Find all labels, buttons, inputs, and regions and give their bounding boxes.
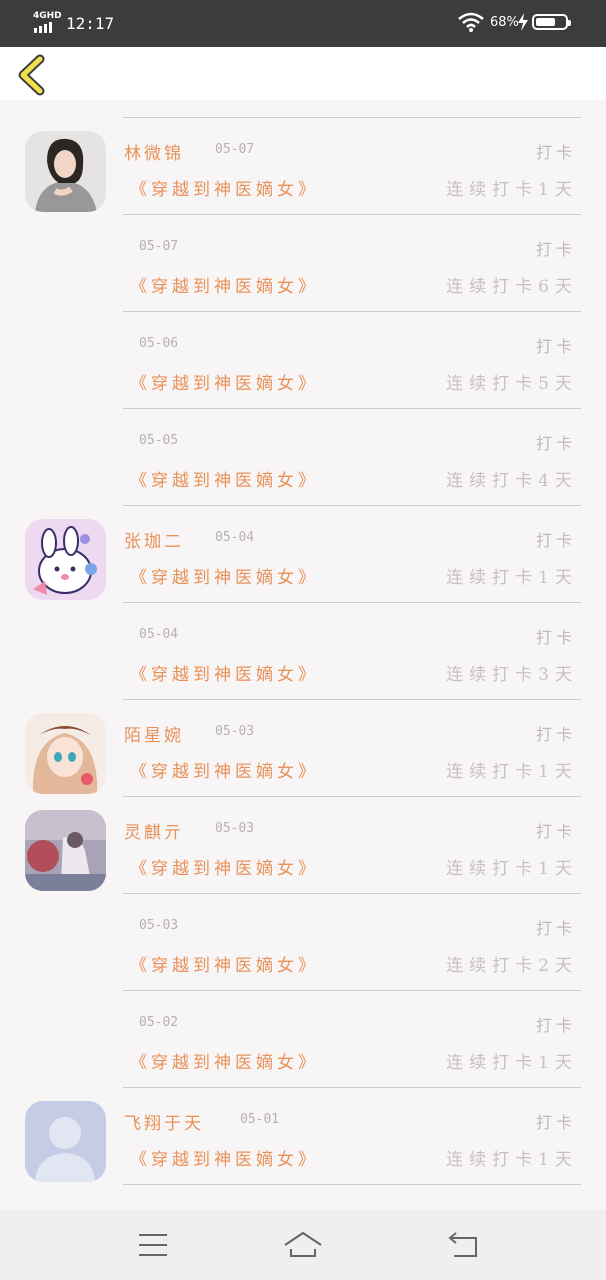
checkin-label: 打卡 [535,434,576,453]
streak-count: 连续打卡1天 [446,859,578,879]
checkin-label: 打卡 [535,1113,576,1132]
streak-count: 连续打卡1天 [446,1150,578,1170]
checkin-record[interactable]: 陌星婉 05-03 打卡《穿越到神医嫡女》 连续打卡1天 [0,700,606,797]
checkin-date: 05-05 [139,433,179,448]
book-title[interactable]: 《穿越到神医嫡女》 [130,757,319,782]
battery-icon [532,14,571,30]
book-title[interactable]: 《穿越到神医嫡女》 [130,1048,319,1073]
checkin-label: 打卡 [535,337,576,356]
checkin-record[interactable]: 林微锦 05-07 打卡《穿越到神医嫡女》 连续打卡1天 [0,118,606,215]
checkin-label: 打卡 [535,143,576,162]
home-icon [284,1231,322,1257]
clock: 12:17 [66,14,115,33]
status-bar: 4GHD 12:17 68% [0,0,606,47]
checkin-label: 打卡 [535,531,576,550]
book-title[interactable]: 《穿越到神医嫡女》 [130,100,319,103]
user-avatar[interactable] [25,131,106,212]
checkin-record[interactable]: 05-03 打卡《穿越到神医嫡女》 连续打卡2天 [0,894,606,991]
checkin-record[interactable]: 张珈二 05-04 打卡《穿越到神医嫡女》 连续打卡1天 [0,506,606,603]
checkin-date: 05-03 [215,724,255,739]
user-name: 张珈二 [124,532,184,552]
user-avatar[interactable] [25,519,106,600]
user-name: 飞翔于天 [124,1114,204,1134]
checkin-label: 打卡 [535,1016,576,1035]
charging-icon [518,13,528,31]
wifi-icon [458,12,484,32]
book-title[interactable]: 《穿越到神医嫡女》 [130,1145,319,1170]
checkin-record[interactable]: 05-07 打卡《穿越到神医嫡女》 连续打卡6天 [0,215,606,312]
checkin-date: 05-03 [139,918,179,933]
book-title[interactable]: 《穿越到神医嫡女》 [130,660,319,685]
user-avatar[interactable] [25,1101,106,1182]
checkin-label: 打卡 [535,919,576,938]
user-avatar[interactable] [25,810,106,891]
checkin-list[interactable]: 05-08打卡《穿越到神医嫡女》连续打卡7天林微锦05-07打卡《穿越到神医嫡女… [0,100,606,1210]
checkin-date: 05-07 [139,239,179,254]
book-title[interactable]: 《穿越到神医嫡女》 [130,563,319,588]
home-button[interactable] [283,1228,323,1262]
checkin-record[interactable]: 05-05 打卡《穿越到神医嫡女》 连续打卡4天 [0,409,606,506]
back-button[interactable] [14,53,54,97]
signal-icon [34,22,52,33]
checkin-date: 05-03 [215,821,255,836]
checkin-record[interactable]: 05-08打卡《穿越到神医嫡女》连续打卡7天 [0,100,606,118]
checkin-record[interactable]: 05-04 打卡《穿越到神医嫡女》 连续打卡3天 [0,603,606,700]
book-title[interactable]: 《穿越到神医嫡女》 [130,854,319,879]
network-type: 4GHD [33,11,62,21]
checkin-label: 打卡 [535,240,576,259]
menu-button[interactable] [133,1228,173,1262]
user-avatar[interactable] [25,713,106,794]
system-nav-bar [0,1210,606,1280]
book-title[interactable]: 《穿越到神医嫡女》 [130,369,319,394]
book-title[interactable]: 《穿越到神医嫡女》 [130,272,319,297]
checkin-date: 05-04 [139,627,179,642]
streak-count: 连续打卡1天 [446,180,578,200]
book-title[interactable]: 《穿越到神医嫡女》 [130,466,319,491]
user-name: 林微锦 [124,144,184,164]
streak-count: 连续打卡6天 [446,277,578,297]
checkin-date: 05-01 [240,1112,280,1127]
book-title[interactable]: 《穿越到神医嫡女》 [130,951,319,976]
checkin-date: 05-07 [215,142,255,157]
back-chevron-icon [18,54,45,96]
streak-count: 连续打卡5天 [446,374,578,394]
checkin-record[interactable]: 飞翔于天 05-01 打卡《穿越到神医嫡女》 连续打卡1天 [0,1088,606,1185]
checkin-label: 打卡 [535,725,576,744]
streak-count: 连续打卡1天 [446,1053,578,1073]
checkin-label: 打卡 [535,822,576,841]
checkin-date: 05-06 [139,336,179,351]
row-divider [123,1184,581,1185]
header-bar [0,47,606,100]
streak-count: 连续打卡7天 [446,100,578,103]
streak-count: 连续打卡1天 [446,762,578,782]
menu-icon [139,1234,167,1256]
nav-back-button[interactable] [442,1228,482,1262]
checkin-date: 05-02 [139,1015,179,1030]
user-name: 灵麒亓 [124,823,184,843]
checkin-date: 05-04 [215,530,255,545]
streak-count: 连续打卡3天 [446,665,578,685]
checkin-label: 打卡 [535,628,576,647]
checkin-record[interactable]: 灵麒亓 05-03 打卡《穿越到神医嫡女》 连续打卡1天 [0,797,606,894]
streak-count: 连续打卡2天 [446,956,578,976]
streak-count: 连续打卡1天 [446,568,578,588]
book-title[interactable]: 《穿越到神医嫡女》 [130,175,319,200]
streak-count: 连续打卡4天 [446,471,578,491]
back-arrow-icon [448,1232,477,1257]
user-name: 陌星婉 [124,726,184,746]
checkin-record[interactable]: 05-06 打卡《穿越到神医嫡女》 连续打卡5天 [0,312,606,409]
battery-percent: 68% [490,15,519,30]
checkin-record[interactable]: 05-02 打卡《穿越到神医嫡女》 连续打卡1天 [0,991,606,1088]
